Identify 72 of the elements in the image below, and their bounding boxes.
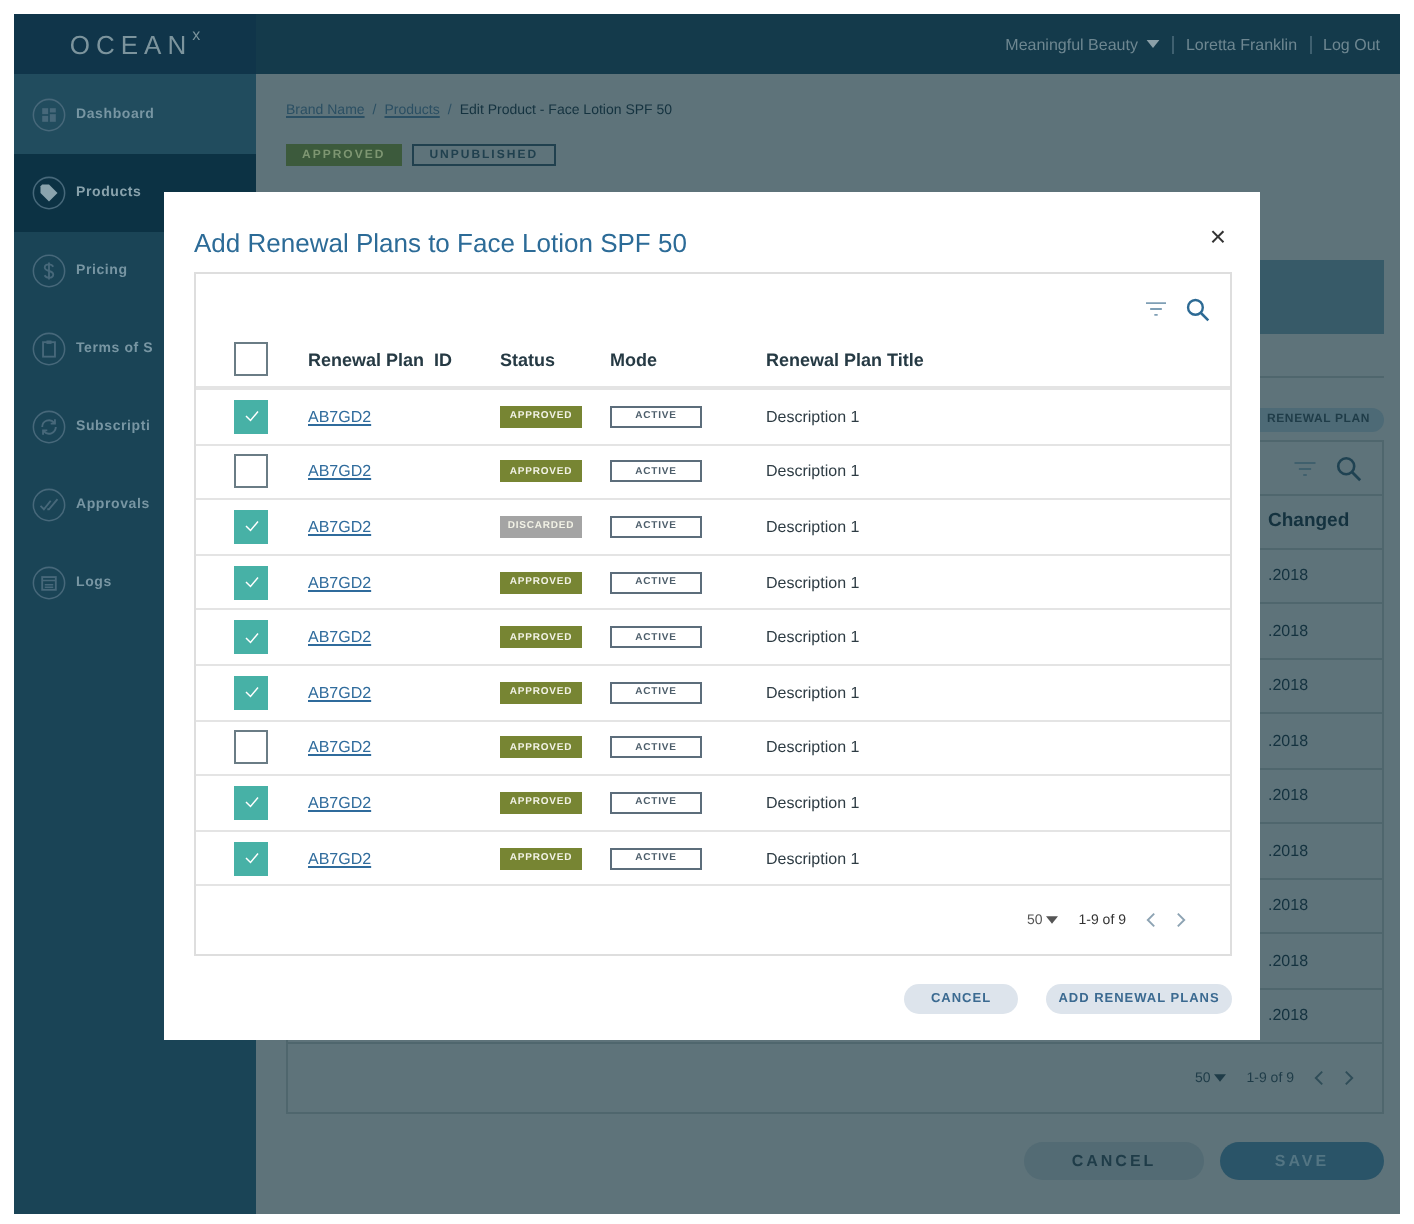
check-icon [243, 631, 259, 644]
chevron-right-icon[interactable] [1344, 1070, 1354, 1086]
filter-icon[interactable] [1294, 461, 1316, 475]
search-icon[interactable] [1186, 297, 1210, 321]
filter-icon[interactable] [1146, 302, 1166, 316]
calendar-icon [32, 566, 66, 600]
row-checkbox[interactable] [234, 620, 268, 655]
chevron-left-icon[interactable] [1146, 912, 1156, 929]
close-button[interactable]: × [1209, 220, 1226, 252]
refresh-icon [32, 410, 66, 444]
row-checkbox[interactable] [234, 730, 268, 765]
logo[interactable]: OCEAN$^{x}$ [14, 14, 256, 74]
check-icon [243, 576, 259, 589]
plan-id-link[interactable]: AB7GD2 [308, 407, 372, 426]
plan-id-link[interactable]: AB7GD2 [308, 738, 372, 757]
clipboard-icon [32, 332, 66, 366]
logout-link[interactable]: Log Out [1323, 35, 1380, 53]
grid-icon [32, 97, 66, 131]
table-cell: .2018 [1268, 786, 1309, 805]
caret-icon [1214, 1074, 1227, 1082]
column-header: Renewal Plan Title [766, 349, 926, 369]
plan-id-link[interactable]: AB7GD2 [308, 462, 372, 481]
table-cell: Description 1 [766, 628, 860, 647]
column-header: Renewal Plan ID [308, 349, 455, 369]
row-checkbox[interactable] [234, 675, 268, 710]
table-cell: Description 1 [766, 683, 860, 702]
table-cell: .2018 [1268, 676, 1309, 695]
plan-id-link[interactable]: AB7GD2 [308, 793, 372, 812]
table-cell: .2018 [1268, 1006, 1309, 1025]
row-checkbox[interactable] [234, 841, 268, 876]
table-cell: Description 1 [766, 517, 860, 536]
row-checkbox[interactable] [234, 509, 268, 544]
table-cell: Description 1 [766, 573, 860, 592]
check-icon [243, 686, 259, 699]
row-checkbox[interactable] [234, 399, 268, 434]
check-icon [243, 852, 259, 865]
plan-id-link[interactable]: AB7GD2 [308, 517, 372, 536]
column-header: Changed [1268, 510, 1350, 533]
plan-id-link[interactable]: AB7GD2 [308, 628, 372, 647]
dollar-icon [32, 254, 66, 288]
table-cell: .2018 [1268, 951, 1309, 970]
table-cell: .2018 [1268, 566, 1309, 585]
dialog-title: Add Renewal Plans to Face Lotion SPF 50 [194, 227, 687, 257]
brand-menu[interactable]: Meaningful Beauty [1005, 35, 1160, 53]
select-all-checkbox[interactable] [234, 342, 268, 376]
column-header: Status [500, 349, 558, 369]
user-name[interactable]: Loretta Franklin [1185, 35, 1298, 53]
chevron-left-icon[interactable] [1314, 1070, 1324, 1086]
check-icon [243, 796, 259, 809]
table-cell: Description 1 [766, 849, 860, 868]
plan-id-link[interactable]: AB7GD2 [308, 849, 372, 868]
table-cell: .2018 [1268, 841, 1309, 860]
row-checkbox[interactable] [234, 454, 268, 489]
table-cell: .2018 [1268, 896, 1309, 915]
chevron-right-icon[interactable] [1176, 912, 1186, 929]
row-checkbox[interactable] [234, 785, 268, 820]
column-header: Mode [610, 349, 659, 369]
plan-id-link[interactable]: AB7GD2 [308, 683, 372, 702]
check-icon [243, 520, 259, 533]
table-cell: Description 1 [766, 738, 860, 757]
tag-icon [32, 176, 66, 210]
row-checkbox[interactable] [234, 565, 268, 600]
caret-icon [1046, 916, 1059, 925]
table-cell: Description 1 [766, 462, 860, 481]
table-cell: .2018 [1268, 621, 1309, 640]
table-cell: .2018 [1268, 731, 1309, 750]
double-check-icon [32, 488, 66, 522]
table-cell: Description 1 [766, 407, 860, 426]
plan-id-link[interactable]: AB7GD2 [308, 573, 372, 592]
table-cell: Description 1 [766, 793, 860, 812]
caret-icon [1145, 40, 1160, 48]
check-icon [243, 410, 259, 423]
